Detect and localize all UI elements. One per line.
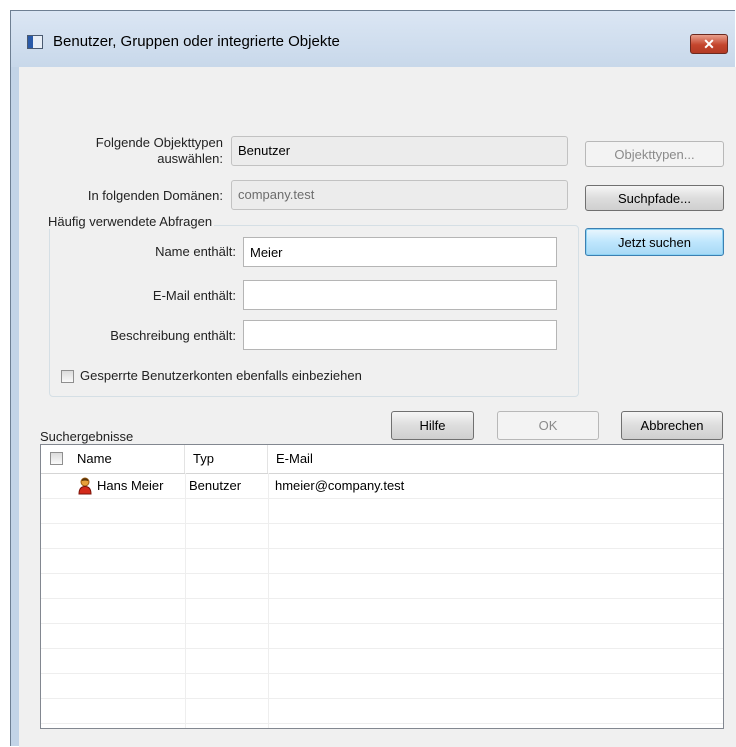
user-icon [77, 477, 93, 495]
email-contains-label: E-Mail enthält: [152, 288, 236, 303]
empty-row [41, 549, 723, 574]
disabled-accounts-checkbox[interactable] [61, 370, 74, 383]
object-types-field: Benutzer [231, 136, 568, 166]
column-header-email-label: E-Mail [276, 451, 313, 466]
object-types-label-text: Folgende Objekttypen auswählen: [95, 135, 223, 166]
description-contains-label: Beschreibung enthält: [110, 328, 236, 343]
empty-row [41, 599, 723, 624]
object-types-button[interactable]: Objekttypen... [585, 141, 724, 167]
results-header: Name Typ E-Mail [41, 445, 723, 474]
help-button[interactable]: Hilfe [391, 411, 474, 440]
result-name: Hans Meier [97, 478, 164, 493]
column-header-type-label: Typ [193, 451, 214, 466]
search-results-list[interactable]: Name Typ E-Mail Hans Meier Benutzer hmei… [40, 444, 724, 729]
close-button[interactable]: ✕ [690, 34, 728, 54]
empty-row [41, 499, 723, 524]
column-header-name-label: Name [77, 451, 112, 466]
description-contains-input[interactable] [243, 320, 557, 350]
result-type: Benutzer [189, 478, 242, 493]
window-icon [27, 35, 43, 49]
disabled-accounts-label: Gesperrte Benutzerkonten ebenfalls einbe… [80, 368, 362, 383]
name-contains-input[interactable] [243, 237, 557, 267]
empty-row [41, 649, 723, 674]
title-bar[interactable]: Benutzer, Gruppen oder integrierte Objek… [11, 11, 735, 67]
empty-row [41, 674, 723, 699]
column-header-email[interactable]: E-Mail [268, 445, 723, 473]
cancel-button[interactable]: Abbrechen [621, 411, 723, 440]
object-types-label: Folgende Objekttypen auswählen: [39, 135, 223, 167]
empty-row [41, 699, 723, 724]
select-all-checkbox[interactable] [50, 452, 63, 465]
window-title: Benutzer, Gruppen oder integrierte Objek… [53, 33, 340, 50]
dialog-window: Benutzer, Gruppen oder integrierte Objek… [10, 10, 736, 747]
search-now-button[interactable]: Jetzt suchen [585, 228, 724, 256]
table-row[interactable]: Hans Meier Benutzer hmeier@company.test [41, 474, 723, 499]
empty-row [41, 574, 723, 599]
empty-row [41, 524, 723, 549]
name-contains-label: Name enthält: [155, 244, 236, 259]
email-contains-input[interactable] [243, 280, 557, 310]
search-paths-button[interactable]: Suchpfade... [585, 185, 724, 211]
domains-label: In folgenden Domänen: [87, 188, 223, 203]
empty-row [41, 624, 723, 649]
ok-button[interactable]: OK [497, 411, 599, 440]
common-queries-legend: Häufig verwendete Abfragen [46, 214, 215, 229]
column-header-name[interactable]: Name [41, 445, 185, 473]
dialog-body: Folgende Objekttypen auswählen: Benutzer… [19, 67, 736, 747]
domains-field: company.test [231, 180, 568, 210]
column-header-type[interactable]: Typ [185, 445, 268, 473]
result-email: hmeier@company.test [275, 478, 405, 493]
search-results-label: Suchergebnisse [40, 429, 134, 444]
